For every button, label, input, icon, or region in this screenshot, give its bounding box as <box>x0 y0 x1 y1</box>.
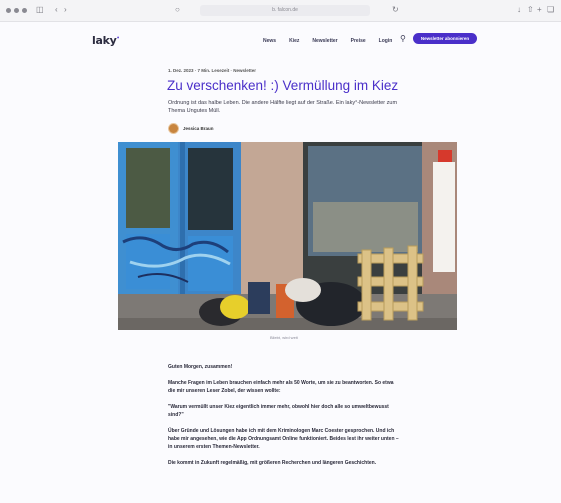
paragraph: "Warum vermüllt unser Kiez eigentlich im… <box>168 404 389 418</box>
article-meta: 1. Dez. 2023 · 7 Min. Lesezeit · Newslet… <box>168 68 257 73</box>
search-icon[interactable]: ⚲ <box>400 34 406 43</box>
paragraph: Guten Morgen, zusammen! <box>168 364 233 370</box>
avatar <box>168 123 179 134</box>
nav-item-preise[interactable]: Preise <box>351 38 366 44</box>
author-name[interactable]: Jessica Braun <box>183 126 214 131</box>
site-logo[interactable]: laky• <box>92 34 120 47</box>
paragraph: Manche Fragen im Leben brauchen einfach … <box>168 380 394 394</box>
nav-item-kiez[interactable]: Kiez <box>289 38 299 44</box>
new-tab-icon[interactable]: + <box>537 5 542 15</box>
shield-icon[interactable]: ○ <box>175 5 180 15</box>
article-image <box>118 142 457 330</box>
close-window-icon[interactable] <box>6 8 11 13</box>
minimize-window-icon[interactable] <box>14 8 19 13</box>
address-bar[interactable]: b. falcon.de <box>200 5 370 16</box>
article-title: Zu verschenken! :) Vermüllung im Kiez <box>167 78 399 93</box>
web-page: laky• News Kiez Newsletter Preise Login … <box>0 22 561 503</box>
forward-icon[interactable]: › <box>64 5 67 15</box>
article-body: Guten Morgen, zusammen! Manche Fragen im… <box>168 363 400 475</box>
image-caption: Bliebt, wird weit <box>270 335 298 340</box>
share-icon[interactable]: ⇧ <box>527 5 534 15</box>
sidebar-icon[interactable]: ◫ <box>36 5 44 15</box>
article-subtitle: Ordnung ist das halbe Leben. Die andere … <box>168 100 398 114</box>
window-controls[interactable] <box>6 8 27 13</box>
paragraph: Über Gründe und Lösungen habe ich mit de… <box>168 428 399 450</box>
reload-icon[interactable]: ↻ <box>392 5 399 15</box>
nav-item-newsletter[interactable]: Newsletter <box>312 38 337 44</box>
author-byline[interactable]: Jessica Braun <box>168 123 214 134</box>
back-icon[interactable]: ‹ <box>55 5 58 15</box>
download-icon[interactable]: ↓ <box>517 5 521 15</box>
paragraph: Die kommt in Zukunft regelmäßig, mit grö… <box>168 460 377 466</box>
tab-overview-icon[interactable]: ❏ <box>547 5 554 15</box>
nav-item-news[interactable]: News <box>263 38 276 44</box>
url-text: b. falcon.de <box>272 7 298 13</box>
main-nav: News Kiez Newsletter Preise Login <box>263 38 392 44</box>
subscribe-button[interactable]: Newsletter abonnieren <box>413 33 477 44</box>
nav-item-login[interactable]: Login <box>379 38 393 44</box>
zoom-window-icon[interactable] <box>22 8 27 13</box>
browser-toolbar: ◫ ‹ › ○ b. falcon.de ↻ ↓ ⇧ + ❏ <box>0 0 561 22</box>
street-photo <box>118 142 457 330</box>
